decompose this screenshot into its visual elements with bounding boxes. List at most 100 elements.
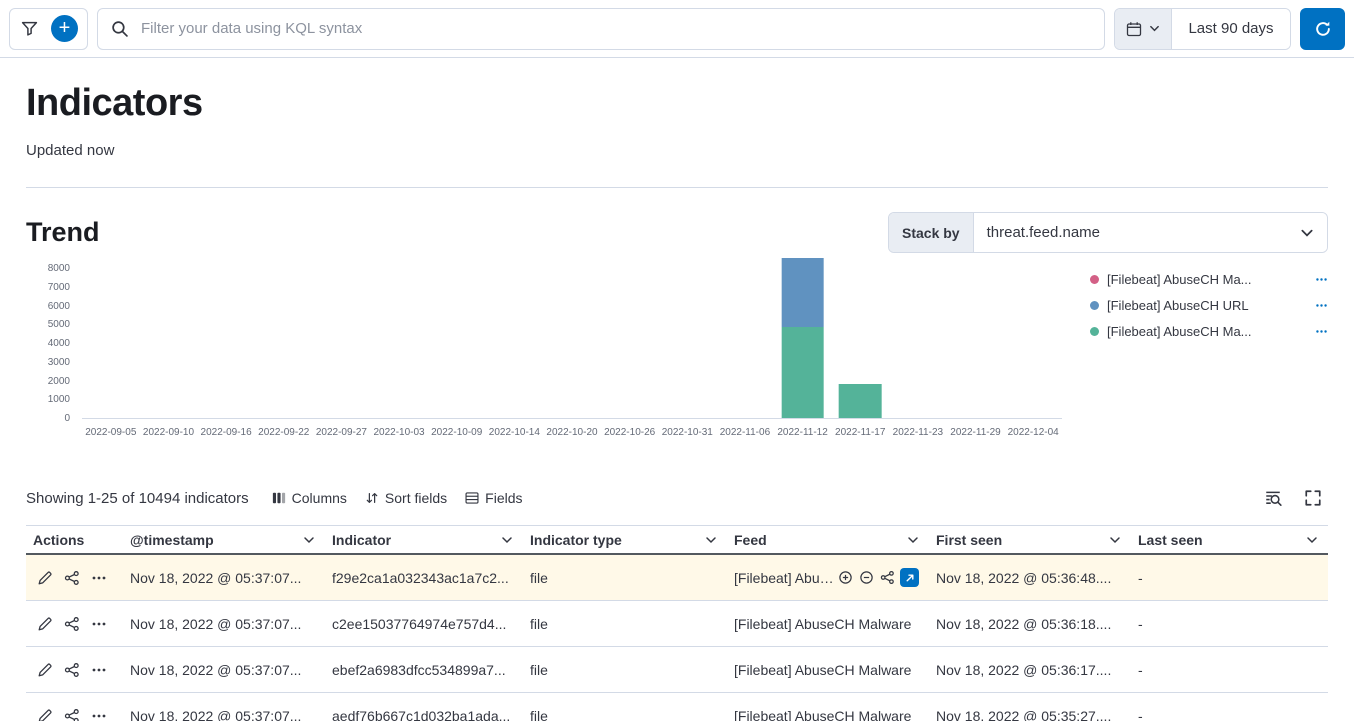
chevron-down-icon[interactable] xyxy=(705,534,717,546)
chevron-down-icon[interactable] xyxy=(303,534,315,546)
y-tick-label: 8000 xyxy=(48,264,70,274)
investigate-in-timeline-button[interactable] xyxy=(64,570,80,586)
more-actions-button[interactable] xyxy=(91,662,107,678)
fields-button[interactable]: Fields xyxy=(456,486,531,510)
calendar-icon xyxy=(1126,21,1142,37)
more-actions-button[interactable] xyxy=(91,708,107,721)
filter-for-value-button[interactable] xyxy=(837,569,854,586)
legend-actions-icon[interactable] xyxy=(1315,325,1328,338)
sort-fields-button-label: Sort fields xyxy=(385,490,447,506)
add-to-timeline-button[interactable] xyxy=(879,569,896,586)
bar-segment xyxy=(839,384,882,418)
sort-icon xyxy=(365,491,379,505)
sort-fields-button[interactable]: Sort fields xyxy=(356,486,456,510)
column-header-label: @timestamp xyxy=(130,532,214,548)
chart-legend: [Filebeat] AbuseCH Ma... [Filebeat] Abuse… xyxy=(1090,269,1328,340)
row-actions-cell xyxy=(26,708,123,721)
x-tick-label: 2022-10-03 xyxy=(373,427,424,438)
timestamp-cell: Nov 18, 2022 @ 05:37:07... xyxy=(123,570,325,586)
legend-item[interactable]: [Filebeat] AbuseCH Ma... xyxy=(1090,271,1328,288)
legend-color-dot xyxy=(1090,301,1099,310)
legend-label[interactable]: [Filebeat] AbuseCH Ma... xyxy=(1107,272,1307,287)
more-actions-button[interactable] xyxy=(91,570,107,586)
pencil-icon xyxy=(37,616,53,632)
first-seen-cell: Nov 18, 2022 @ 05:36:48.... xyxy=(929,570,1131,586)
x-tick-label: 2022-09-27 xyxy=(316,427,367,438)
last-seen-cell: - xyxy=(1131,616,1328,632)
timeline-nodes-icon xyxy=(64,662,80,678)
plus-circle-icon xyxy=(838,570,853,585)
timeline-nodes-icon xyxy=(880,570,895,585)
x-tick-label: 2022-12-04 xyxy=(1008,427,1059,438)
refresh-button[interactable] xyxy=(1300,8,1345,50)
minus-circle-icon xyxy=(859,570,874,585)
kql-search-input[interactable] xyxy=(139,19,1091,38)
x-tick-label: 2022-09-16 xyxy=(201,427,252,438)
chevron-down-icon[interactable] xyxy=(1109,534,1121,546)
chevron-down-icon xyxy=(1300,226,1314,240)
investigate-in-timeline-button[interactable] xyxy=(64,616,80,632)
investigate-in-timeline-button[interactable] xyxy=(64,708,80,721)
table-row[interactable]: Nov 18, 2022 @ 05:37:07... aedf76b667c1d… xyxy=(26,693,1328,721)
more-actions-button[interactable] xyxy=(91,616,107,632)
chevron-down-icon xyxy=(1149,23,1160,34)
column-header-indicator-type[interactable]: Indicator type xyxy=(523,532,727,548)
bar-segment xyxy=(781,258,824,327)
x-tick-label: 2022-09-05 xyxy=(85,427,136,438)
expand-cell-button[interactable] xyxy=(900,568,919,587)
investigate-in-timeline-button[interactable] xyxy=(64,662,80,678)
column-header-label: Actions xyxy=(33,532,84,548)
chevron-down-icon[interactable] xyxy=(501,534,513,546)
search-icon xyxy=(111,20,128,37)
legend-actions-icon[interactable] xyxy=(1315,299,1328,312)
table-row[interactable]: Nov 18, 2022 @ 05:37:07... f29e2ca1a0323… xyxy=(26,555,1328,601)
date-quick-select-button[interactable] xyxy=(1115,9,1172,49)
date-range-button[interactable]: Last 90 days xyxy=(1172,9,1290,49)
stack-by-select[interactable]: threat.feed.name xyxy=(974,213,1327,252)
x-tick-label: 2022-11-12 xyxy=(777,427,827,438)
open-details-button[interactable] xyxy=(37,708,53,721)
kql-search-box[interactable] xyxy=(97,8,1105,50)
open-details-button[interactable] xyxy=(37,570,53,586)
x-tick-label: 2022-10-14 xyxy=(489,427,540,438)
first-seen-cell: Nov 18, 2022 @ 05:36:17.... xyxy=(929,662,1131,678)
legend-item[interactable]: [Filebeat] AbuseCH Ma... xyxy=(1090,323,1328,340)
column-header-first-seen[interactable]: First seen xyxy=(929,532,1131,548)
ellipsis-icon xyxy=(91,708,107,721)
y-axis-labels: 010002000300040005000600070008000 xyxy=(26,269,82,419)
columns-button[interactable]: Columns xyxy=(263,486,356,510)
fields-button-label: Fields xyxy=(485,490,522,506)
timeline-nodes-icon xyxy=(64,708,80,721)
first-seen-cell: Nov 18, 2022 @ 05:36:18.... xyxy=(929,616,1131,632)
chevron-down-icon[interactable] xyxy=(907,534,919,546)
x-tick-label: 2022-10-26 xyxy=(604,427,655,438)
column-header-timestamp[interactable]: @timestamp xyxy=(123,532,325,548)
table-row[interactable]: Nov 18, 2022 @ 05:37:07... ebef2a6983dfc… xyxy=(26,647,1328,693)
add-filter-button[interactable]: + xyxy=(51,15,78,42)
x-axis-labels: 2022-09-052022-09-102022-09-162022-09-22… xyxy=(82,425,1062,441)
open-details-button[interactable] xyxy=(37,662,53,678)
inspect-icon xyxy=(1264,489,1282,507)
filter-out-value-button[interactable] xyxy=(858,569,875,586)
open-details-button[interactable] xyxy=(37,616,53,632)
legend-actions-icon[interactable] xyxy=(1315,273,1328,286)
ellipsis-icon xyxy=(91,570,107,586)
fullscreen-button[interactable] xyxy=(1298,483,1328,513)
query-menu-group: + xyxy=(9,8,88,50)
legend-label[interactable]: [Filebeat] AbuseCH URL xyxy=(1107,298,1307,313)
stack-by-value: threat.feed.name xyxy=(987,224,1100,241)
column-header-last-seen[interactable]: Last seen xyxy=(1131,532,1328,548)
column-header-feed[interactable]: Feed xyxy=(727,532,929,548)
chevron-down-icon[interactable] xyxy=(1306,534,1318,546)
timeline-nodes-icon xyxy=(64,616,80,632)
timestamp-cell: Nov 18, 2022 @ 05:37:07... xyxy=(123,616,325,632)
stack-by-label: Stack by xyxy=(889,213,974,252)
table-row[interactable]: Nov 18, 2022 @ 05:37:07... c2ee150377649… xyxy=(26,601,1328,647)
column-header-indicator[interactable]: Indicator xyxy=(325,532,523,548)
page-title: Indicators xyxy=(26,84,1328,122)
legend-label[interactable]: [Filebeat] AbuseCH Ma... xyxy=(1107,324,1307,339)
saved-query-menu-button[interactable] xyxy=(19,18,40,39)
inspect-button[interactable] xyxy=(1258,483,1288,513)
legend-item[interactable]: [Filebeat] AbuseCH URL xyxy=(1090,297,1328,314)
cell-hover-actions xyxy=(837,568,919,587)
